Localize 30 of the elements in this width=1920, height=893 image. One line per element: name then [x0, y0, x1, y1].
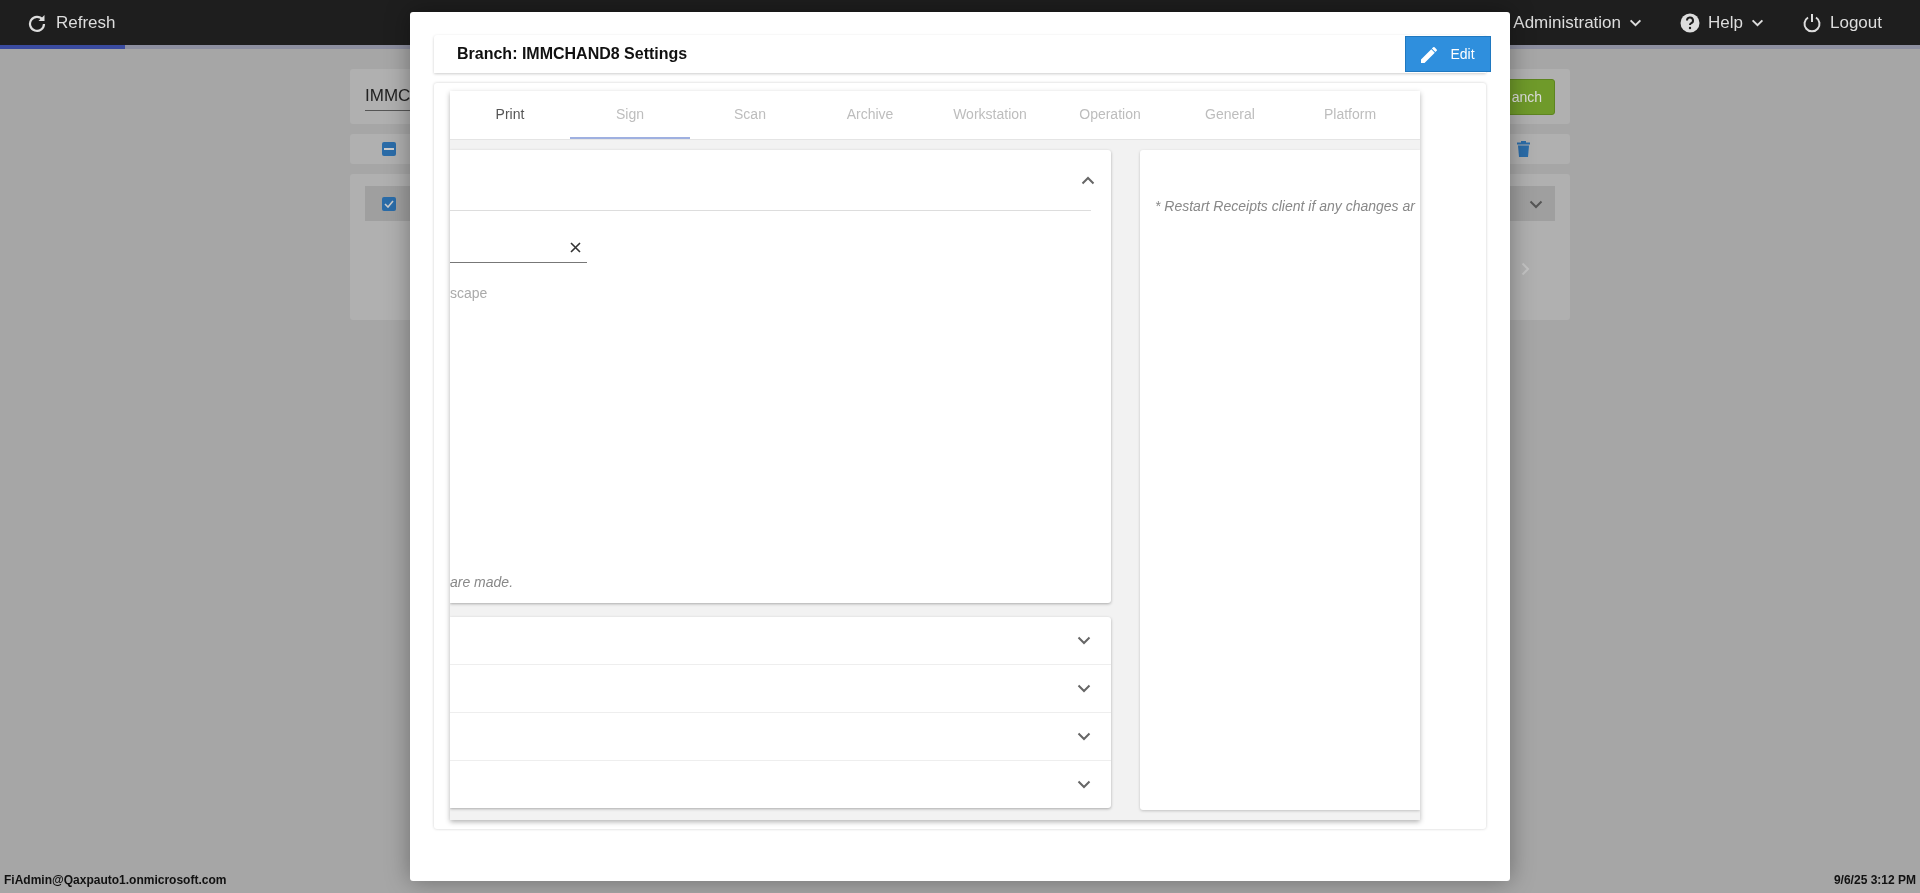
restart-note: are made. [450, 574, 515, 590]
branch-checkbox[interactable] [382, 196, 396, 211]
dialog-title: Branch: IMMCHAND8 Settings [457, 45, 688, 63]
check-icon [384, 199, 394, 208]
pencil-icon [1421, 45, 1439, 63]
help-menu[interactable]: Help [1676, 8, 1768, 37]
select-all-checkbox[interactable] [382, 142, 396, 156]
chevron-down-icon [1751, 18, 1764, 27]
clear-icon[interactable] [570, 242, 581, 253]
refresh-icon [28, 13, 46, 32]
expand-chevron-icon[interactable] [1077, 780, 1091, 789]
settings-tab[interactable]: Print [450, 91, 570, 139]
trash-icon[interactable] [1517, 141, 1530, 157]
help-icon [1680, 12, 1701, 33]
option-label: scape [450, 285, 489, 301]
collapse-chevron-icon[interactable] [1081, 175, 1095, 185]
expand-chevron-icon[interactable] [1077, 636, 1091, 645]
power-icon [1802, 12, 1822, 33]
expand-chevron-icon[interactable] [1077, 732, 1091, 741]
restart-note: * Restart Receipts client if any changes ar [1155, 198, 1415, 214]
edit-button[interactable]: Edit [1405, 36, 1491, 72]
minus-icon [384, 148, 394, 150]
administration-menu[interactable]: Administration [1509, 8, 1647, 37]
date-time: 9/6/25 3:12 PM [1833, 872, 1916, 887]
chevron-down-icon [1629, 18, 1643, 27]
logout-button[interactable]: Logout [1798, 8, 1886, 37]
expand-chevron-icon[interactable] [1077, 684, 1091, 693]
chevron-down-icon[interactable] [1529, 199, 1543, 209]
refresh-button[interactable]: Refresh [24, 8, 120, 37]
user-email: FiAdmin@Qaxpauto1.onmicrosoft.com [4, 872, 227, 887]
